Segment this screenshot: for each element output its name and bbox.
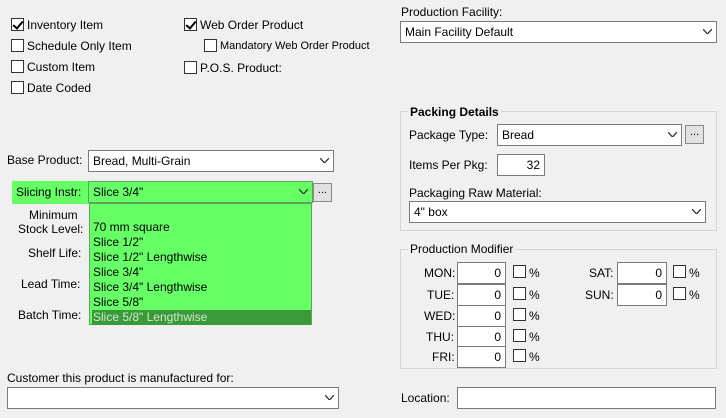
sun-percent-checkbox[interactable] <box>673 287 686 300</box>
sun-label: SUN: <box>585 288 614 302</box>
dropdown-option[interactable]: Slice 1/2" <box>92 235 311 250</box>
fri-label: FRI: <box>432 350 455 364</box>
pos-product-label: P.O.S. Product: <box>200 61 282 75</box>
dropdown-option-highlighted[interactable]: Slice 5/8" Lengthwise <box>92 310 311 325</box>
chevron-down-icon <box>325 395 334 400</box>
location-input[interactable] <box>457 387 716 409</box>
base-product-value: Bread, Multi-Grain <box>93 154 191 168</box>
package-type-value: Bread <box>502 128 535 142</box>
web-order-product-label: Web Order Product <box>200 18 304 32</box>
batch-time-label: Batch Time: <box>18 308 82 322</box>
package-type-label: Package Type: <box>409 128 489 142</box>
chevron-down-icon <box>703 29 712 34</box>
thu-label: THU: <box>426 330 454 344</box>
location-label: Location: <box>401 391 450 405</box>
fri-percent-checkbox[interactable] <box>513 349 526 362</box>
chevron-down-icon <box>320 158 329 163</box>
mon-percent-label: % <box>529 266 540 280</box>
tue-label: TUE: <box>427 288 455 302</box>
packing-details-title: Packing Details <box>408 105 501 119</box>
sat-percent-checkbox[interactable] <box>673 265 686 278</box>
sun-percent-label: % <box>689 288 700 302</box>
mandatory-web-order-product-checkbox[interactable] <box>204 39 217 52</box>
wed-percent-checkbox[interactable] <box>513 308 526 321</box>
mon-percent-checkbox[interactable] <box>513 265 526 278</box>
slicing-instr-value: Slice 3/4" <box>93 185 144 199</box>
package-type-browse-button[interactable]: ... <box>685 125 704 144</box>
packaging-raw-material-value: 4" box <box>414 205 448 219</box>
production-modifier-title: Production Modifier <box>408 242 516 256</box>
date-coded-label: Date Coded <box>27 81 92 95</box>
fri-percent-label: % <box>529 350 540 364</box>
sat-percent-label: % <box>689 266 700 280</box>
sun-input[interactable]: 0 <box>617 284 667 306</box>
thu-percent-label: % <box>529 330 540 344</box>
wed-percent-label: % <box>529 309 540 323</box>
chevron-down-icon <box>692 209 701 214</box>
lead-time-label: Lead Time: <box>21 277 81 291</box>
slicing-instr-dropdown-list: 70 mm square Slice 1/2" Slice 1/2" Lengt… <box>89 203 312 325</box>
dropdown-option[interactable]: 70 mm square <box>92 220 311 235</box>
customer-label: Customer this product is manufactured fo… <box>7 371 234 385</box>
mon-input[interactable]: 0 <box>457 262 506 284</box>
sat-label: SAT: <box>589 266 614 280</box>
schedule-only-item-checkbox[interactable] <box>11 39 24 52</box>
tue-input[interactable]: 0 <box>457 284 506 306</box>
tue-percent-label: % <box>529 288 540 302</box>
date-coded-checkbox[interactable] <box>11 81 24 94</box>
items-per-pkg-label: Items Per Pkg: <box>409 158 488 172</box>
pos-product-checkbox[interactable] <box>184 61 197 74</box>
packaging-raw-material-select[interactable]: 4" box <box>409 201 706 223</box>
items-per-pkg-input[interactable]: 32 <box>497 154 545 176</box>
production-facility-value: Main Facility Default <box>405 25 514 39</box>
mandatory-web-order-product-label: Mandatory Web Order Product <box>220 40 370 52</box>
dropdown-option[interactable]: Slice 3/4" <box>92 265 311 280</box>
web-order-product-checkbox[interactable] <box>184 18 197 31</box>
production-facility-label: Production Facility: <box>401 5 503 19</box>
customer-select[interactable] <box>7 387 339 409</box>
package-type-select[interactable]: Bread <box>497 124 682 146</box>
chevron-down-icon <box>299 189 308 194</box>
custom-item-label: Custom Item <box>27 60 96 74</box>
base-product-select[interactable]: Bread, Multi-Grain <box>88 150 334 172</box>
sat-input[interactable]: 0 <box>617 262 667 284</box>
fri-input[interactable]: 0 <box>457 346 506 368</box>
chevron-down-icon <box>668 132 677 137</box>
stock-level-label: Stock Level: <box>18 222 84 236</box>
packaging-raw-material-label: Packaging Raw Material: <box>409 186 542 200</box>
base-product-label: Base Product: <box>7 153 83 167</box>
thu-percent-checkbox[interactable] <box>513 329 526 342</box>
inventory-item-label: Inventory Item <box>27 18 104 32</box>
schedule-only-item-label: Schedule Only Item <box>27 39 132 53</box>
slicing-instr-label: Slicing Instr: <box>16 185 82 199</box>
custom-item-checkbox[interactable] <box>11 60 24 73</box>
mon-label: MON: <box>424 266 456 280</box>
shelf-life-label: Shelf Life: <box>28 246 82 260</box>
slicing-instr-browse-button[interactable]: ... <box>313 183 332 202</box>
inventory-item-checkbox[interactable] <box>11 18 24 31</box>
thu-input[interactable]: 0 <box>457 326 506 348</box>
dropdown-option[interactable]: Slice 5/8" <box>92 295 311 310</box>
minimum-label: Minimum <box>29 208 78 222</box>
production-facility-select[interactable]: Main Facility Default <box>400 21 717 43</box>
dropdown-option[interactable]: Slice 1/2" Lengthwise <box>92 250 311 265</box>
tue-percent-checkbox[interactable] <box>513 287 526 300</box>
wed-input[interactable]: 0 <box>457 305 506 327</box>
wed-label: WED: <box>424 309 456 323</box>
slicing-instr-select[interactable]: Slice 3/4" <box>88 181 313 203</box>
dropdown-option[interactable]: Slice 3/4" Lengthwise <box>92 280 311 295</box>
